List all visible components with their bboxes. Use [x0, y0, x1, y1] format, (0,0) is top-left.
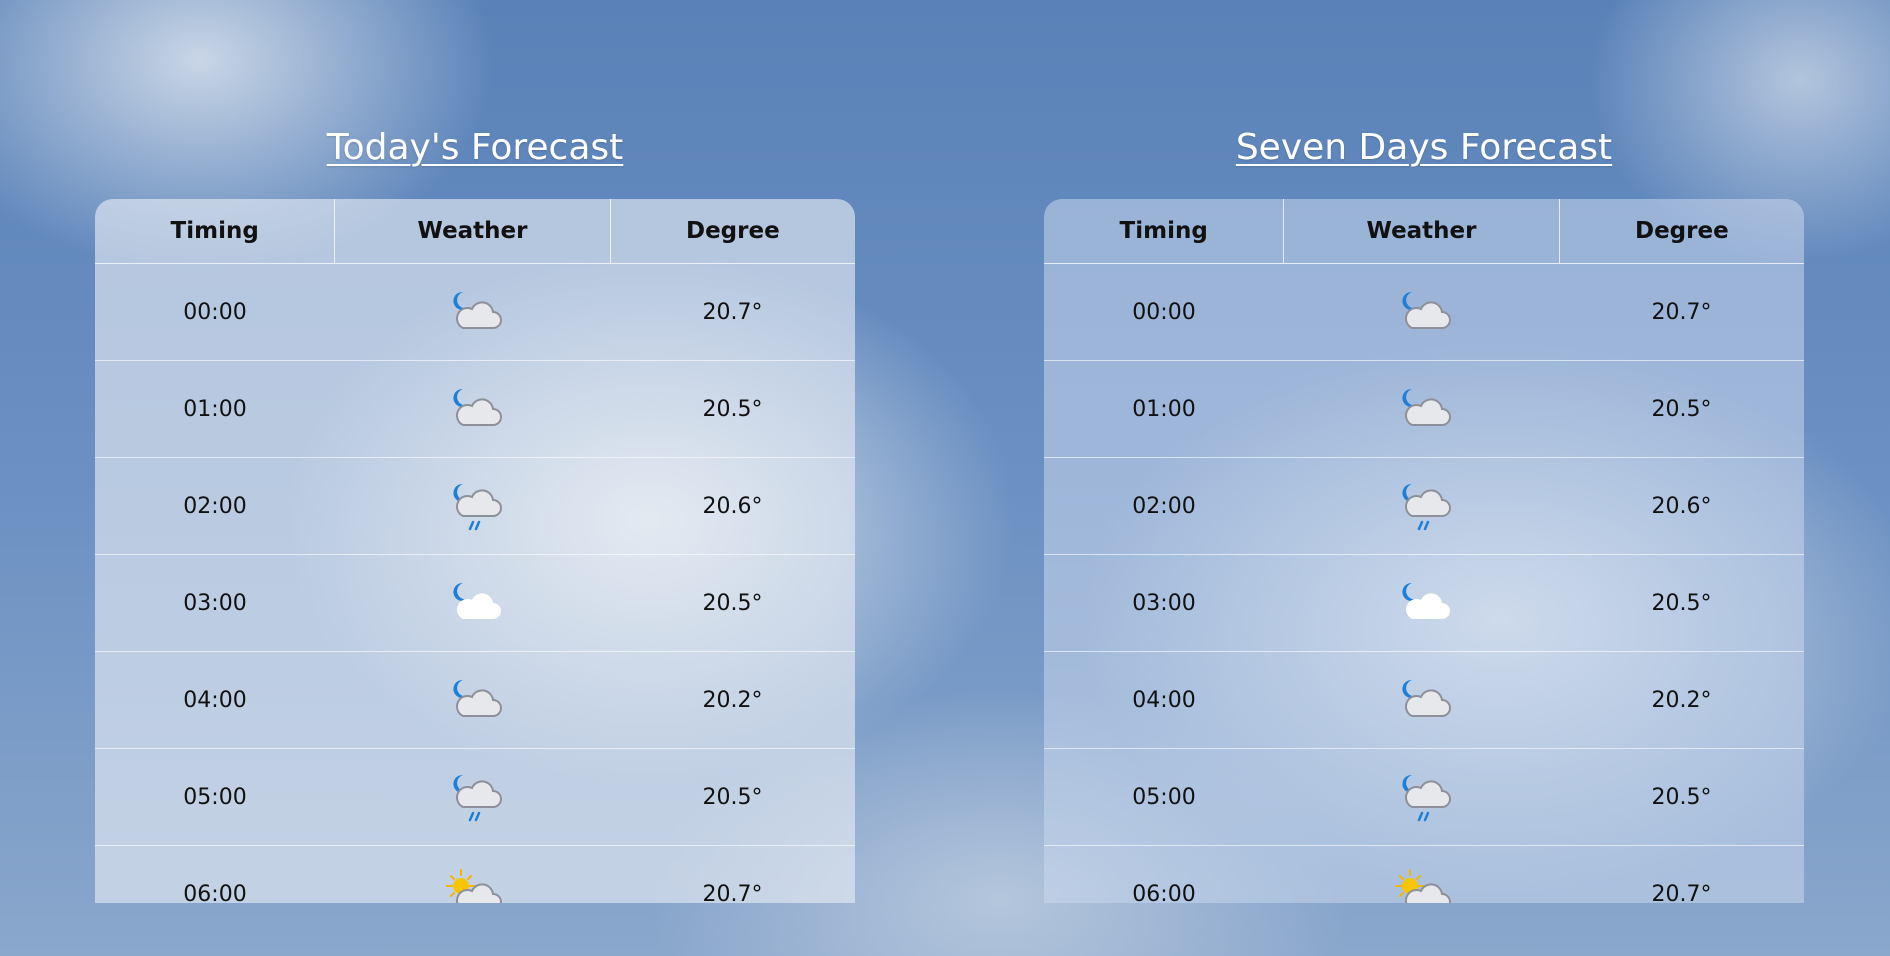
timing-cell: 03:00: [1132, 590, 1196, 616]
weather-cell: [1284, 555, 1559, 651]
moon-cloud-rain-icon: [452, 774, 502, 822]
table-row: 00:00 20.7°: [1044, 264, 1804, 361]
weather-cell: [1284, 264, 1559, 360]
degree-cell: 20.5°: [702, 590, 763, 616]
degree-cell: 20.6°: [702, 493, 763, 519]
table-row: 02:00 20.6°: [95, 458, 855, 555]
moon-cloud-rain-icon: [1401, 483, 1451, 531]
moon-cloud-rain-icon: [452, 483, 502, 531]
timing-cell: 06:00: [183, 881, 247, 904]
weather-cell: [335, 458, 610, 554]
degree-cell: 20.5°: [702, 396, 763, 422]
weather-cell: [335, 846, 610, 903]
table-row: 06:00 20.7°: [95, 846, 855, 903]
timing-cell: 02:00: [1132, 493, 1196, 519]
degree-cell: 20.5°: [1651, 590, 1712, 616]
weather-cell: [335, 361, 610, 457]
degree-cell: 20.6°: [1651, 493, 1712, 519]
timing-cell: 04:00: [1132, 687, 1196, 713]
seven-days-forecast-title[interactable]: Seven Days Forecast: [1044, 124, 1804, 172]
table-header: Timing Weather Degree: [95, 199, 855, 264]
timing-cell: 02:00: [183, 493, 247, 519]
timing-cell: 05:00: [1132, 784, 1196, 810]
timing-cell: 00:00: [183, 299, 247, 325]
degree-cell: 20.7°: [1651, 299, 1712, 325]
moon-cloud-icon: [452, 679, 502, 717]
sun-cloud-icon: [445, 869, 502, 903]
degree-header: Degree: [1634, 218, 1729, 244]
table-row: 02:00 20.6°: [1044, 458, 1804, 555]
todays-forecast-table: Timing Weather Degree 00:00 20.7° 01:00 20.…: [95, 199, 855, 903]
weather-cell: [1284, 652, 1559, 748]
degree-cell: 20.5°: [702, 784, 763, 810]
table-row: 01:00 20.5°: [1044, 361, 1804, 458]
table-row: 04:00 20.2°: [1044, 652, 1804, 749]
weather-cell: [335, 555, 610, 651]
moon-cloud-icon: [1401, 388, 1451, 426]
table-body: 00:00 20.7° 01:00 20.5° 02:00 20.6° 03:00 20.5°…: [1044, 264, 1804, 903]
table-row: 05:00 20.5°: [1044, 749, 1804, 846]
moon-cloud-icon: [452, 388, 502, 426]
degree-cell: 20.2°: [1651, 687, 1712, 713]
timing-cell: 01:00: [183, 396, 247, 422]
table-row: 03:00 20.5°: [1044, 555, 1804, 652]
seven-days-forecast-table: Timing Weather Degree 00:00 20.7° 01:00 20.…: [1044, 199, 1804, 903]
degree-header: Degree: [685, 218, 780, 244]
timing-cell: 03:00: [183, 590, 247, 616]
weather-cell: [335, 264, 610, 360]
timing-header: Timing: [1044, 199, 1285, 263]
timing-cell: 05:00: [183, 784, 247, 810]
timing-cell: 04:00: [183, 687, 247, 713]
weather-cell: [1284, 458, 1559, 554]
degree-cell: 20.7°: [702, 881, 763, 904]
weather-header: Weather: [1284, 199, 1560, 263]
table-row: 00:00 20.7°: [95, 264, 855, 361]
table-body: 00:00 20.7° 01:00 20.5° 02:00 20.6° 03:00 20.5°…: [95, 264, 855, 903]
timing-cell: 06:00: [1132, 881, 1196, 904]
moon-cloud-icon: [452, 291, 502, 329]
weather-cell: [1284, 749, 1559, 845]
timing-cell: 00:00: [1132, 299, 1196, 325]
table-row: 04:00 20.2°: [95, 652, 855, 749]
moon-white-cloud-icon: [452, 582, 501, 619]
table-row: 03:00 20.5°: [95, 555, 855, 652]
moon-cloud-icon: [1401, 291, 1451, 329]
table-row: 06:00 20.7°: [1044, 846, 1804, 903]
moon-cloud-rain-icon: [1401, 774, 1451, 822]
weather-cell: [1284, 361, 1559, 457]
moon-cloud-icon: [1401, 679, 1451, 717]
degree-cell: 20.2°: [702, 687, 763, 713]
table-row: 01:00 20.5°: [95, 361, 855, 458]
weather-header: Weather: [335, 199, 611, 263]
degree-cell: 20.5°: [1651, 396, 1712, 422]
table-row: 05:00 20.5°: [95, 749, 855, 846]
degree-cell: 20.7°: [702, 299, 763, 325]
weather-cell: [335, 652, 610, 748]
moon-white-cloud-icon: [1401, 582, 1450, 619]
table-header: Timing Weather Degree: [1044, 199, 1804, 264]
weather-cell: [335, 749, 610, 845]
weather-cell: [1284, 846, 1559, 903]
degree-cell: 20.7°: [1651, 881, 1712, 904]
sun-cloud-icon: [1394, 869, 1451, 903]
todays-forecast-title[interactable]: Today's Forecast: [95, 124, 855, 172]
timing-cell: 01:00: [1132, 396, 1196, 422]
degree-cell: 20.5°: [1651, 784, 1712, 810]
timing-header: Timing: [95, 199, 336, 263]
